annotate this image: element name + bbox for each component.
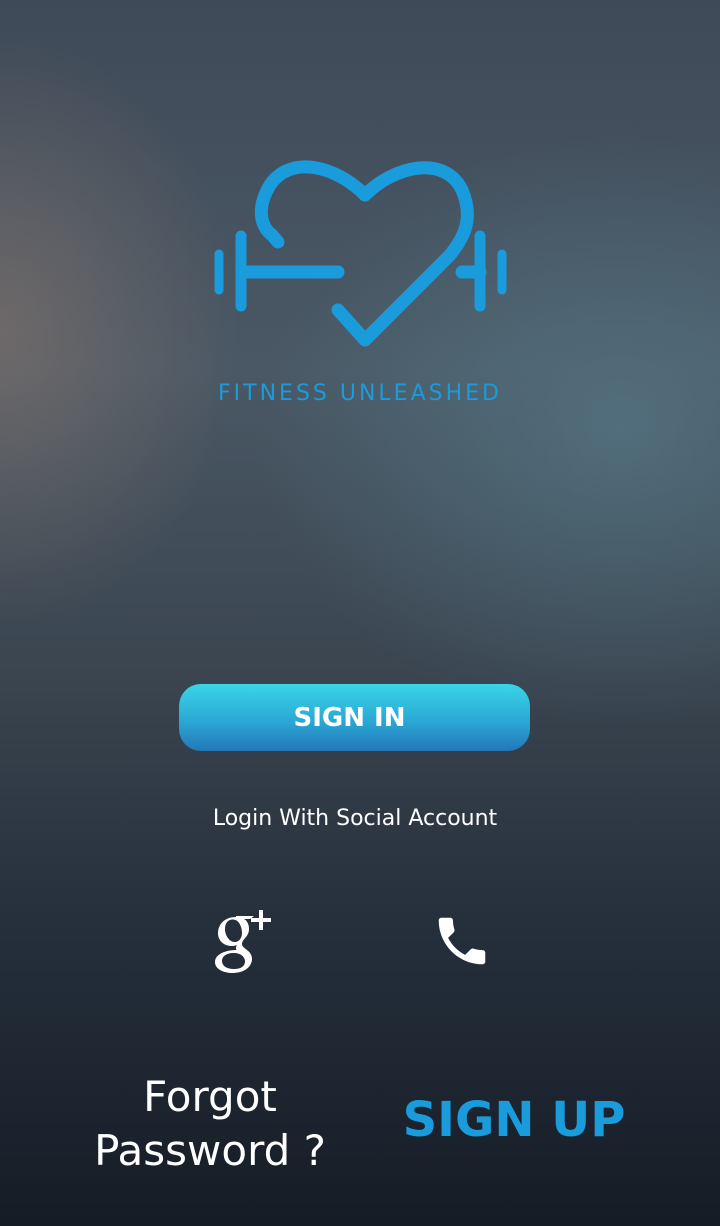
brand-name: FITNESS UNLEASHED [218, 381, 502, 406]
sign-in-button[interactable]: SIGN IN [179, 684, 530, 751]
forgot-line-1: Forgot [143, 1072, 277, 1121]
forgot-line-2: Password ? [94, 1126, 326, 1175]
social-login-label: Login With Social Account [212, 806, 498, 831]
heart-dumbbell-logo-icon [214, 160, 507, 347]
sign-in-label: SIGN IN [293, 702, 406, 733]
sign-up-link[interactable]: SIGN UP [400, 1092, 628, 1148]
google-plus-icon[interactable] [210, 905, 280, 975]
phone-icon[interactable] [428, 910, 496, 972]
forgot-password-link[interactable]: Forgot Password ? [88, 1070, 332, 1178]
login-screen: FITNESS UNLEASHED SIGN IN Login With Soc… [0, 0, 720, 1226]
